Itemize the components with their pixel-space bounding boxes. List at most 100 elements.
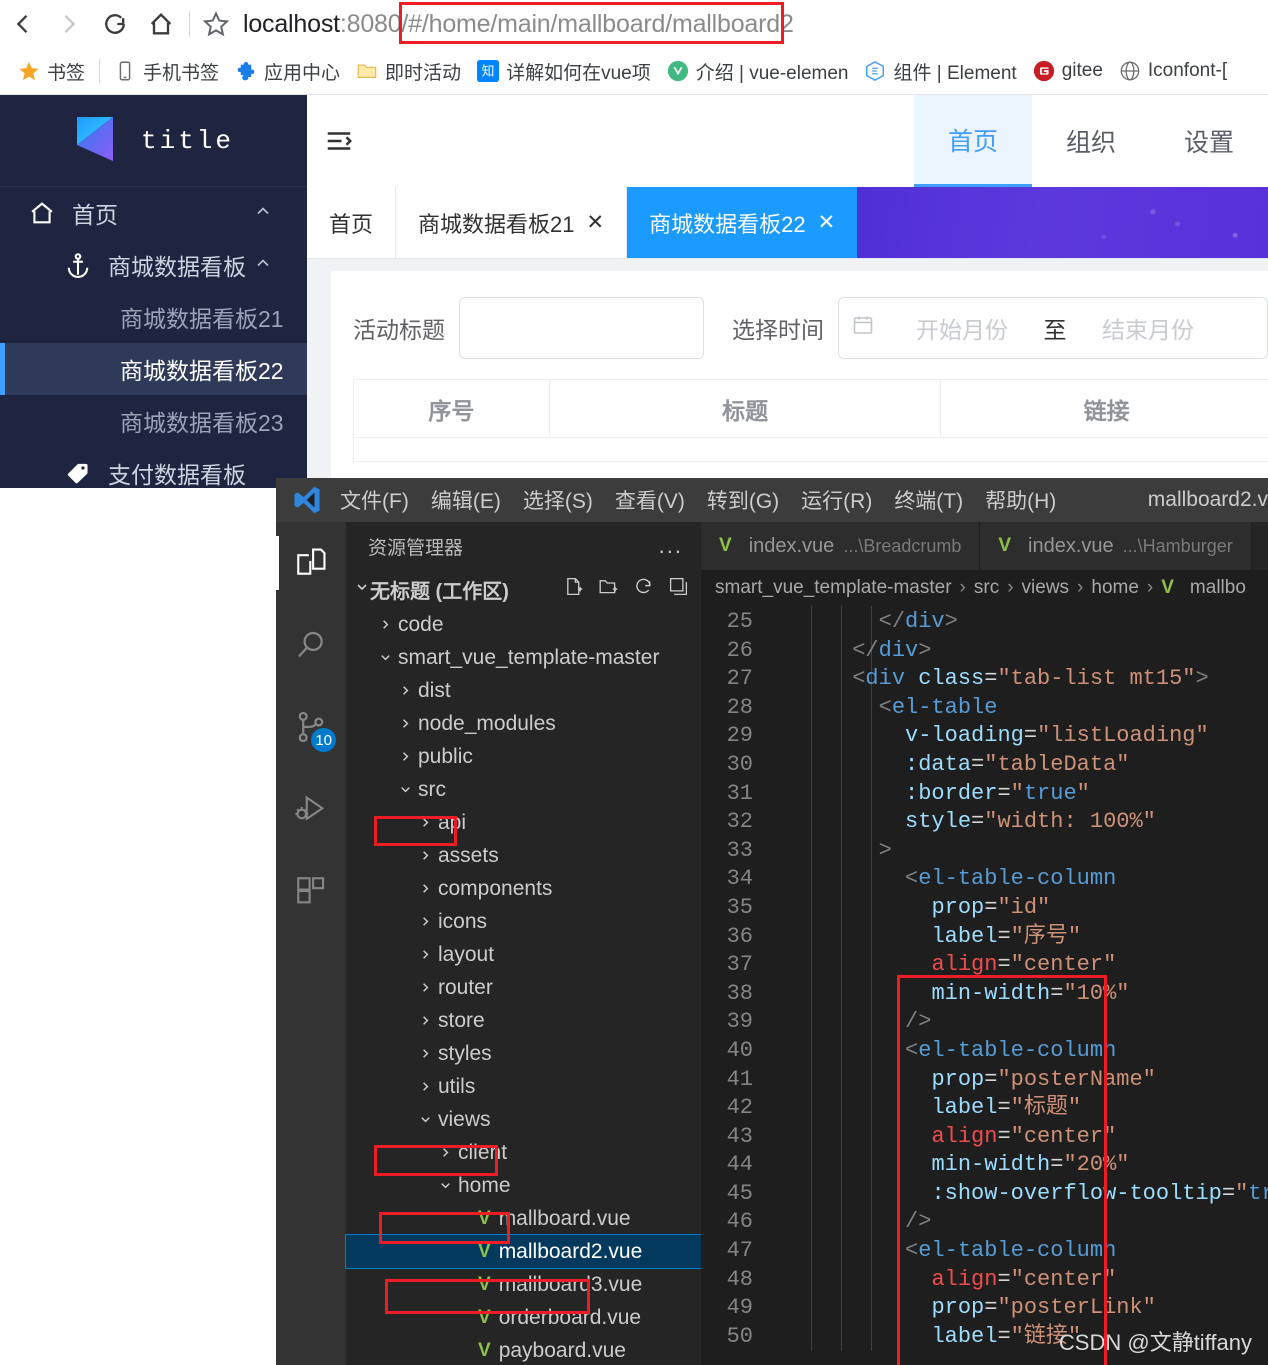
bookmark-item[interactable]: 应用中心 (227, 58, 348, 85)
breadcrumb-item[interactable]: views (1022, 577, 1070, 599)
refresh-icon[interactable] (633, 576, 654, 603)
table-column-header-id[interactable]: 序号 (354, 380, 550, 438)
chevron-right-icon[interactable] (412, 947, 438, 962)
menu-run[interactable]: 运行(R) (801, 485, 872, 515)
close-icon[interactable]: ✕ (587, 210, 605, 235)
menu-terminal[interactable]: 终端(T) (894, 485, 963, 515)
app-logo[interactable]: title (0, 95, 307, 187)
bookmark-item[interactable]: 即时活动 (348, 58, 469, 85)
forward-icon[interactable] (46, 1, 92, 47)
tree-folder[interactable]: api (346, 806, 701, 839)
view-tab-mallboard21[interactable]: 商城数据看板21 ✕ (396, 187, 628, 258)
bookmark-item[interactable]: 书签 (10, 58, 93, 85)
tree-folder[interactable]: utils (346, 1070, 701, 1103)
bookmark-item[interactable]: Iconfont-[ (1111, 60, 1235, 82)
tree-folder[interactable]: router (346, 971, 701, 1004)
navbar-tab-settings[interactable]: 设置 (1150, 95, 1268, 187)
tree-folder[interactable]: views (346, 1103, 701, 1136)
menu-view[interactable]: 查看(V) (615, 485, 685, 515)
breadcrumb-item[interactable]: home (1091, 577, 1139, 599)
home-icon[interactable] (138, 1, 184, 47)
sidebar-item-payboard[interactable]: 支付数据看板 (0, 447, 307, 488)
chevron-right-icon[interactable] (392, 683, 418, 698)
date-range-picker[interactable]: 开始月份 至 结束月份 (838, 297, 1268, 359)
breadcrumb-item[interactable]: src (974, 577, 999, 599)
address-bar[interactable]: localhost:8080/#/home/main/mallboard/mal… (237, 1, 1268, 47)
chevron-right-icon[interactable] (412, 1079, 438, 1094)
chevron-right-icon[interactable] (432, 1145, 458, 1160)
run-debug-icon[interactable] (288, 786, 334, 832)
new-folder-icon[interactable] (598, 576, 619, 603)
menu-selection[interactable]: 选择(S) (523, 485, 593, 515)
tree-folder[interactable]: public (346, 740, 701, 773)
chevron-right-icon[interactable] (412, 815, 438, 830)
chevron-right-icon[interactable] (412, 980, 438, 995)
menu-help[interactable]: 帮助(H) (985, 485, 1056, 515)
tree-folder[interactable]: store (346, 1004, 701, 1037)
chevron-right-icon[interactable] (412, 848, 438, 863)
bookmark-item[interactable]: gitee (1025, 60, 1111, 82)
tree-file[interactable]: Vmallboard3.vue (346, 1268, 701, 1301)
menu-file[interactable]: 文件(F) (340, 485, 409, 515)
tree-folder[interactable]: client (346, 1136, 701, 1169)
tree-folder[interactable]: dist (346, 674, 701, 707)
more-actions-icon[interactable]: ... (659, 533, 683, 559)
tree-file[interactable]: Vorderboard.vue (346, 1301, 701, 1334)
extensions-icon[interactable] (288, 868, 334, 914)
hamburger-icon[interactable] (307, 126, 371, 156)
reload-icon[interactable] (92, 1, 138, 47)
close-icon[interactable]: ✕ (818, 210, 836, 235)
chevron-down-icon[interactable] (354, 578, 370, 601)
sidebar-item-mallboard22[interactable]: 商城数据看板22 (0, 343, 307, 395)
tree-file[interactable]: Vmallboard.vue (346, 1202, 701, 1235)
tree-folder[interactable]: smart_vue_template-master (346, 641, 701, 674)
breadcrumb-item[interactable]: mallbo (1190, 577, 1246, 599)
source-control-icon[interactable]: 10 (288, 704, 336, 752)
chevron-right-icon[interactable] (412, 914, 438, 929)
menu-edit[interactable]: 编辑(E) (431, 485, 501, 515)
table-column-header-link[interactable]: 链接 (941, 380, 1268, 438)
tree-file[interactable]: Vpayboard.vue (346, 1334, 701, 1365)
navbar-tab-home[interactable]: 首页 (913, 95, 1032, 187)
tree-folder[interactable]: assets (346, 839, 701, 872)
tree-folder[interactable]: code (346, 608, 701, 641)
breadcrumb-item[interactable]: smart_vue_template-master (715, 577, 952, 599)
tree-folder[interactable]: components (346, 872, 701, 905)
back-icon[interactable] (0, 1, 46, 47)
bookmark-item[interactable]: 手机书签 (106, 58, 227, 85)
menu-go[interactable]: 转到(G) (707, 485, 779, 515)
sidebar-item-mallboard[interactable]: 商城数据看板 (0, 239, 307, 291)
sidebar-item-mallboard21[interactable]: 商城数据看板21 (0, 291, 307, 343)
tree-folder[interactable]: styles (346, 1037, 701, 1070)
new-file-icon[interactable] (563, 576, 584, 603)
tree-file[interactable]: Vmallboard2.vue (345, 1234, 702, 1269)
explorer-icon[interactable] (276, 536, 334, 590)
chevron-down-icon[interactable] (392, 782, 418, 797)
chevron-right-icon[interactable] (392, 749, 418, 764)
editor-tab-breadcrumb[interactable]: V index.vue ...\Breadcrumb (701, 522, 981, 570)
table-column-header-title[interactable]: 标题 (549, 380, 942, 438)
editor-tab-hamburger[interactable]: V index.vue ...\Hamburger (980, 522, 1252, 570)
tree-folder[interactable]: home (346, 1169, 701, 1202)
chevron-right-icon[interactable] (412, 1013, 438, 1028)
workspace-row[interactable]: 无标题 (工作区) (346, 570, 701, 608)
tree-folder[interactable]: icons (346, 905, 701, 938)
bookmark-star-icon[interactable] (195, 1, 237, 47)
chevron-right-icon[interactable] (412, 881, 438, 896)
tree-folder[interactable]: src (346, 773, 701, 806)
chevron-down-icon[interactable] (432, 1178, 458, 1193)
activity-title-input[interactable] (459, 297, 704, 359)
chevron-down-icon[interactable] (372, 650, 398, 665)
view-tab-home[interactable]: 首页 (307, 187, 397, 258)
bookmark-item[interactable]: 介绍 | vue-elemen (659, 58, 857, 85)
collapse-all-icon[interactable] (668, 576, 689, 603)
search-icon[interactable] (288, 622, 334, 668)
tree-folder[interactable]: layout (346, 938, 701, 971)
tree-folder[interactable]: node_modules (346, 707, 701, 740)
code-editor[interactable]: 25 </div> 26 </div> 27 <div class="tab-lis… (701, 606, 1268, 1352)
view-tab-mallboard22[interactable]: 商城数据看板22 ✕ (627, 187, 858, 258)
chevron-right-icon[interactable] (372, 617, 398, 632)
navbar-tab-org[interactable]: 组织 (1032, 95, 1150, 187)
bookmark-item[interactable]: 组件 | Element (856, 58, 1024, 85)
sidebar-item-home[interactable]: 首页 (0, 187, 307, 239)
